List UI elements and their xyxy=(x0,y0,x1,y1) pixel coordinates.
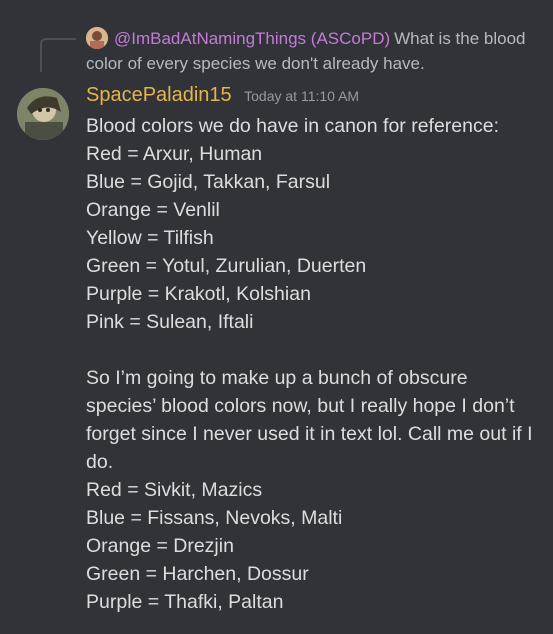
reply-mention[interactable]: @ImBadAtNamingThings (ASCoPD) xyxy=(114,29,390,48)
message-line: Blood colors we do have in canon for ref… xyxy=(86,115,499,137)
reply-preview[interactable]: @ImBadAtNamingThings (ASCoPD) What is the… xyxy=(86,26,541,76)
message-header: SpacePaladin15 Today at 11:10 AM xyxy=(86,84,359,110)
message-timestamp[interactable]: Today at 11:10 AM xyxy=(244,88,359,104)
message-line: Yellow = Tilfish xyxy=(86,227,214,249)
message-line: Red = Sivkit, Mazics xyxy=(86,479,263,501)
message-line: Blue = Gojid, Takkan, Farsul xyxy=(86,171,331,193)
reply-avatar-icon xyxy=(86,27,108,49)
message-line: Green = Yotul, Zurulian, Duerten xyxy=(86,255,367,277)
author-avatar-icon xyxy=(17,88,69,140)
reply-avatar[interactable] xyxy=(86,27,108,49)
message-line: Blue = Fissans, Nevoks, Malti xyxy=(86,507,343,529)
message-line: Orange = Venlil xyxy=(86,199,220,221)
message-body: Blood colors we do have in canon for ref… xyxy=(86,112,541,616)
message-line: Purple = Thafki, Paltan xyxy=(86,591,284,613)
message-line: Pink = Sulean, Iftali xyxy=(86,311,254,333)
author-avatar[interactable] xyxy=(17,88,69,140)
message-paragraph: So I’m going to make up a bunch of obscu… xyxy=(86,367,533,473)
message-line: Green = Harchen, Dossur xyxy=(86,563,309,585)
author-username[interactable]: SpacePaladin15 xyxy=(86,84,232,106)
message-line: Purple = Krakotl, Kolshian xyxy=(86,283,311,305)
message-line: Red = Arxur, Human xyxy=(86,143,263,165)
message-line: Orange = Drezjin xyxy=(86,535,234,557)
reply-spine xyxy=(40,38,76,72)
